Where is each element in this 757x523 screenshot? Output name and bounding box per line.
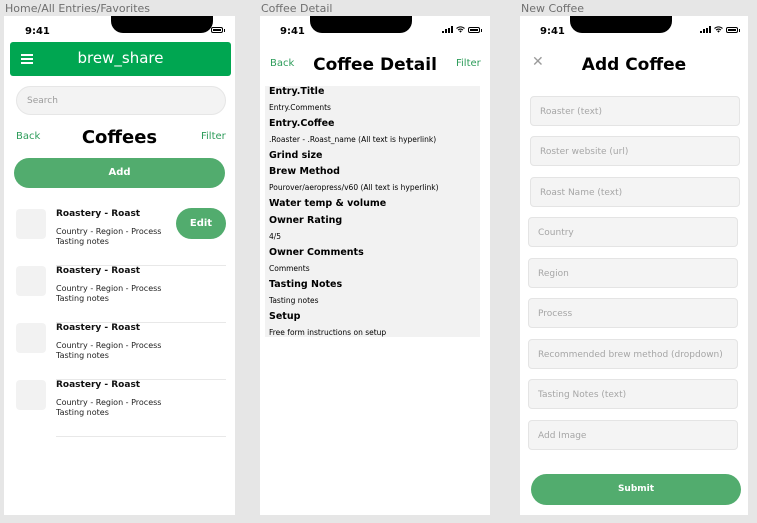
status-time: 9:41 (540, 26, 565, 37)
add-image-field[interactable]: Add Image (528, 420, 738, 450)
owner-rating-value: 4/5 (269, 232, 282, 241)
battery-icon (726, 26, 740, 33)
add-button[interactable]: Add (14, 158, 225, 188)
wifi-icon (714, 26, 723, 33)
frame-label-detail: Coffee Detail (261, 2, 333, 15)
notch (310, 16, 412, 33)
battery-icon (468, 26, 482, 33)
owner-comments-value: Comments (269, 264, 310, 273)
signal-icon (185, 26, 196, 33)
brew-method-dropdown[interactable]: Recommended brew method (dropdown) (528, 339, 738, 369)
app-bar: brew_share (10, 42, 231, 76)
roaster-field[interactable]: Roaster (text) (530, 96, 740, 126)
process-field[interactable]: Process (528, 298, 738, 328)
list-item[interactable]: Roastery - Roast Country - Region - Proc… (16, 266, 228, 323)
entry-notes: Tasting notes (56, 351, 109, 360)
home-screen: 9:41 brew_share Search Back Coffees Filt… (4, 16, 235, 515)
tasting-notes-value: Tasting notes (269, 296, 319, 305)
list-item[interactable]: Roastery - Roast Country - Region - Proc… (16, 208, 228, 266)
search-input[interactable]: Search (16, 86, 226, 115)
setup-label: Setup (269, 311, 301, 322)
entry-subtitle: Country - Region - Process (56, 398, 162, 407)
signal-icon (442, 26, 453, 33)
brew-method-link[interactable]: Pourover/aeropress/v60 (All text is hype… (269, 183, 439, 192)
country-field[interactable]: Country (528, 217, 738, 247)
coffee-thumbnail (16, 266, 46, 296)
owner-comments-label: Owner Comments (269, 247, 364, 258)
divider (56, 436, 226, 437)
region-field[interactable]: Region (528, 258, 738, 288)
entry-title: Roastery - Roast (56, 380, 141, 390)
entry-subtitle: Country - Region - Process (56, 227, 162, 236)
entry-notes: Tasting notes (56, 237, 109, 246)
frame-label-home: Home/All Entries/Favorites (5, 2, 151, 15)
filter-link[interactable]: Filter (201, 131, 226, 142)
coffee-link[interactable]: .Roaster - .Roast_name (All text is hype… (269, 135, 436, 144)
coffee-thumbnail (16, 209, 46, 239)
battery-icon (211, 26, 225, 33)
entry-comments-value: Entry.Comments (269, 103, 331, 112)
list-item[interactable]: Roastery - Roast Country - Region - Proc… (16, 323, 228, 380)
coffee-thumbnail (16, 380, 46, 410)
status-icons (442, 26, 482, 33)
tasting-notes-field[interactable]: Tasting Notes (text) (528, 379, 738, 409)
frame-label-add: New Coffee (521, 2, 585, 15)
wifi-icon (456, 26, 465, 33)
status-icons (700, 26, 740, 33)
tasting-notes-label: Tasting Notes (269, 279, 343, 290)
notch (570, 16, 672, 33)
entry-coffee-label: Entry.Coffee (269, 118, 335, 129)
roast-name-field[interactable]: Roast Name (text) (530, 177, 740, 207)
entry-title-label: Entry.Title (269, 86, 325, 97)
add-coffee-screen: 9:41 ✕ Add Coffee Roaster (text) Roster … (520, 16, 748, 515)
status-time: 9:41 (25, 26, 50, 37)
entry-notes: Tasting notes (56, 294, 109, 303)
entry-subtitle: Country - Region - Process (56, 341, 162, 350)
status-time: 9:41 (280, 26, 305, 37)
wifi-icon (199, 26, 208, 33)
entry-title: Roastery - Roast (56, 209, 141, 219)
entry-subtitle: Country - Region - Process (56, 284, 162, 293)
detail-screen: 9:41 Back Coffee Detail Filter Entry.Tit… (260, 16, 490, 515)
water-label: Water temp & volume (269, 198, 387, 209)
roaster-website-field[interactable]: Roster website (url) (530, 136, 740, 166)
setup-value: Free form instructions on setup (269, 328, 387, 337)
coffee-thumbnail (16, 323, 46, 353)
status-icons (185, 26, 225, 33)
detail-panel: Entry.Title Entry.Comments Entry.Coffee … (265, 86, 480, 337)
entry-title: Roastery - Roast (56, 266, 141, 276)
signal-icon (700, 26, 711, 33)
grind-size-label: Grind size (269, 150, 323, 161)
entry-title: Roastery - Roast (56, 323, 141, 333)
owner-rating-label: Owner Rating (269, 215, 343, 226)
app-title: brew_share (77, 49, 164, 67)
brew-method-label: Brew Method (269, 166, 340, 177)
filter-link[interactable]: Filter (456, 58, 481, 69)
edit-button[interactable]: Edit (176, 208, 226, 239)
submit-button[interactable]: Submit (531, 474, 741, 505)
entry-notes: Tasting notes (56, 408, 109, 417)
page-title: Add Coffee (581, 55, 687, 75)
list-item[interactable]: Roastery - Roast Country - Region - Proc… (16, 380, 228, 437)
